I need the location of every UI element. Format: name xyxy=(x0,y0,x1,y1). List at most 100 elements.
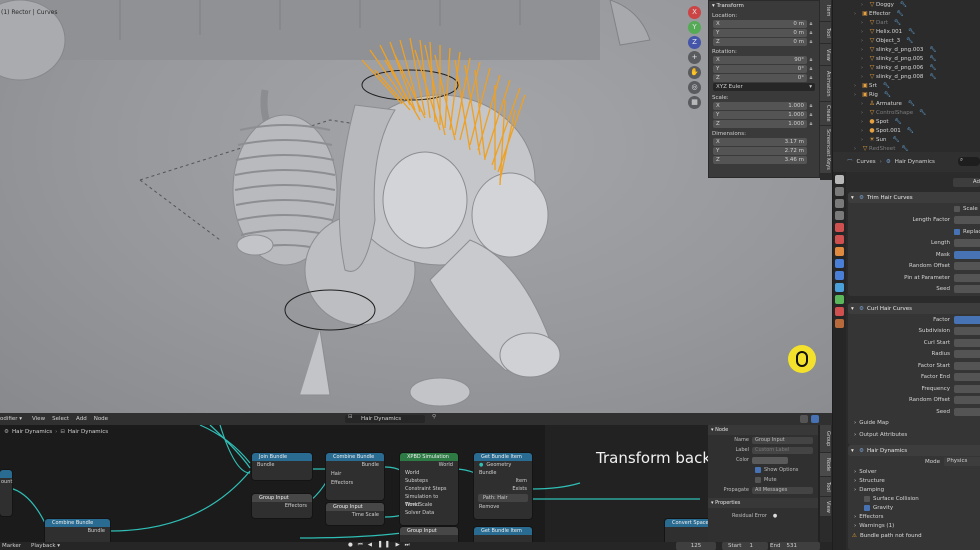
node-join-bundle[interactable]: Join Bundle Bundle xyxy=(252,453,312,480)
scale-x[interactable]: X 1.000 🔒︎ xyxy=(713,102,815,110)
node-group-input-effectors[interactable]: Group Input Effectors xyxy=(252,494,312,518)
expand-icon[interactable]: › xyxy=(861,74,868,80)
constraints-tab-icon[interactable] xyxy=(835,283,844,292)
expand-icon[interactable]: › xyxy=(854,146,861,152)
checkbox-icon[interactable] xyxy=(954,228,960,235)
select-menu[interactable]: Select xyxy=(52,416,76,422)
render-tab-icon[interactable] xyxy=(835,187,844,196)
curl-param-row[interactable]: Factor xyxy=(848,314,980,326)
expand-icon[interactable]: › xyxy=(854,11,861,17)
output-tab-icon[interactable] xyxy=(835,199,844,208)
pan-icon[interactable]: ✋ xyxy=(688,66,701,79)
node-get-bundle-item[interactable]: Get Bundle Item ● Geometry Bundle Item Ex… xyxy=(474,453,532,519)
outliner-item[interactable]: › ▣ Rig 🔧︎ xyxy=(833,90,980,99)
world-tab-icon[interactable] xyxy=(835,235,844,244)
outliner-item[interactable]: › ▽ slinky_d_png.003 🔧︎ xyxy=(833,45,980,54)
curl-param-row[interactable]: Curl Start xyxy=(848,337,980,349)
tab-tool[interactable]: Tool xyxy=(820,477,831,497)
scale-z[interactable]: Z 1.000 🔒︎ xyxy=(713,120,815,128)
node-left-partial[interactable]: ount xyxy=(0,470,12,516)
dynamics-subpanel[interactable]: Surface Collision xyxy=(848,495,980,504)
outliner[interactable]: › ▽ Doggy 🔧︎ › ▣ Effector 🔧︎ › ▽ Dart 🔧︎ › ▽ Helix.001… xyxy=(833,0,980,152)
checkbox-icon[interactable] xyxy=(864,505,870,511)
outliner-item[interactable]: › ☀ Sun 🔧︎ xyxy=(833,135,980,144)
expand-icon[interactable]: › xyxy=(854,83,861,89)
expand-icon[interactable]: › xyxy=(861,119,868,125)
outliner-item[interactable]: › ▽ Helix.001 🔧︎ xyxy=(833,27,980,36)
propagate-dropdown[interactable]: All Messages xyxy=(752,486,813,494)
node-section-header[interactable]: ▾ Node xyxy=(708,425,818,435)
end-frame-field[interactable]: End 531 xyxy=(770,542,820,550)
start-frame-field[interactable]: Start 1 xyxy=(722,542,768,550)
curl-param-row[interactable]: Subdivision xyxy=(848,326,980,338)
node-color-swatch[interactable] xyxy=(752,456,788,464)
outliner-item[interactable]: › ▽ RedSheet 🔧︎ xyxy=(833,144,980,152)
object-tab-icon[interactable] xyxy=(835,247,844,256)
dynamics-subpanel[interactable]: › Effectors xyxy=(848,513,980,522)
curl-param-row[interactable]: Random Offset xyxy=(848,395,980,407)
mute-checkbox[interactable]: Mute xyxy=(764,477,777,483)
outliner-item[interactable]: › ▽ slinky_d_png.008 🔧︎ xyxy=(833,72,980,81)
dimensions-z[interactable]: Z 3.46 m xyxy=(713,156,815,164)
modifier-menu[interactable]: odifier ▾ xyxy=(0,416,32,422)
curl-param-row[interactable]: Factor Start xyxy=(848,360,980,372)
location-x[interactable]: X0 m 🔒︎ xyxy=(713,20,815,28)
dynamics-subpanel[interactable]: › Solver xyxy=(848,468,980,477)
trim-param-row[interactable]: Seed xyxy=(848,284,980,296)
snap-icon[interactable] xyxy=(811,415,819,423)
view-menu[interactable]: View xyxy=(32,416,52,422)
navigation-gizmo[interactable]: X Y Z + ✋ ◎ ▦ xyxy=(686,6,704,111)
dimensions-x[interactable]: X 3.17 m xyxy=(713,138,815,146)
trim-param-row[interactable]: Random Offset xyxy=(848,261,980,273)
view-layer-tab-icon[interactable] xyxy=(835,211,844,220)
lock-icon[interactable]: 🔒︎ xyxy=(807,112,815,119)
tab-node[interactable]: Node xyxy=(820,453,831,477)
tab-view[interactable]: View xyxy=(820,44,831,66)
trim-hair-curves-header[interactable]: ▾ ⚙ Trim Hair Curves xyxy=(848,192,980,203)
trim-param-row[interactable]: Length Factor xyxy=(848,215,980,227)
pin-icon[interactable]: ⚲ xyxy=(432,414,436,420)
outliner-item[interactable]: › ▣ Srt 🔧︎ xyxy=(833,81,980,90)
properties-editor[interactable]: ⌒ Curves › ⚙ Hair Dynamics ⌕ Ad ▾ ⚙ Trim H… xyxy=(833,152,980,550)
grid-icon[interactable]: ▦ xyxy=(688,96,701,109)
x-axis-button[interactable]: X xyxy=(688,6,701,19)
expand-icon[interactable]: › xyxy=(861,137,868,143)
expand-icon[interactable]: › xyxy=(861,128,868,134)
show-options-checkbox[interactable]: Show Options xyxy=(764,467,798,473)
marker-menu[interactable]: Marker xyxy=(0,543,31,549)
hair-dynamics-header[interactable]: ▾ ⚙ Hair Dynamics xyxy=(848,445,980,456)
curl-param-row[interactable]: Radius xyxy=(848,349,980,361)
search-input[interactable]: ⌕ xyxy=(958,157,980,166)
outliner-item[interactable]: › ▽ slinky_d_png.006 🔧︎ xyxy=(833,63,980,72)
tab-screencast-keys[interactable]: Screencast Keys xyxy=(820,126,831,174)
tab-view[interactable]: View xyxy=(820,497,831,517)
expand-icon[interactable]: › xyxy=(861,65,868,71)
properties-section-header[interactable]: ▾ Properties xyxy=(708,498,818,508)
lock-icon[interactable]: 🔒︎ xyxy=(807,57,815,64)
checkbox-icon[interactable] xyxy=(755,477,761,483)
tab-item[interactable]: Item xyxy=(820,0,831,22)
outliner-item[interactable]: › ● Spot 🔧︎ xyxy=(833,117,980,126)
checkbox-icon[interactable] xyxy=(954,205,960,212)
transform-section-header[interactable]: ▾ Transform xyxy=(709,1,819,11)
playback-controls[interactable]: ●⏮◀▐▌▶⏭ xyxy=(348,542,415,549)
texture-tab-icon[interactable] xyxy=(835,319,844,328)
lock-icon[interactable]: 🔒︎ xyxy=(807,121,815,128)
scene-tab-icon[interactable] xyxy=(835,223,844,232)
node-group-input-time-scale[interactable]: Group Input Time Scale xyxy=(326,503,384,525)
overlay-icon[interactable] xyxy=(800,415,808,423)
rotation-mode-dropdown[interactable]: XYZ Euler ▾ xyxy=(713,83,815,91)
outliner-item[interactable]: › ♙ Armature 🔧︎ xyxy=(833,99,980,108)
curl-param-row[interactable]: Factor End xyxy=(848,372,980,384)
expand-icon[interactable]: › xyxy=(861,101,868,107)
tool-tab-icon[interactable] xyxy=(835,175,844,184)
breadcrumb-item[interactable]: Hair Dynamics xyxy=(12,429,52,435)
scale-y[interactable]: Y 1.000 🔒︎ xyxy=(713,111,815,119)
lock-icon[interactable]: 🔒︎ xyxy=(807,66,815,73)
rotation-y[interactable]: Y 0° 🔒︎ xyxy=(713,65,815,73)
checkbox-icon[interactable] xyxy=(864,496,870,502)
add-modifier-button[interactable]: Ad xyxy=(953,178,980,187)
breadcrumb-item[interactable]: Hair Dynamics xyxy=(68,429,108,435)
outliner-item[interactable]: › ▽ ControlShape 🔧︎ xyxy=(833,108,980,117)
physics-tab-icon[interactable] xyxy=(835,271,844,280)
